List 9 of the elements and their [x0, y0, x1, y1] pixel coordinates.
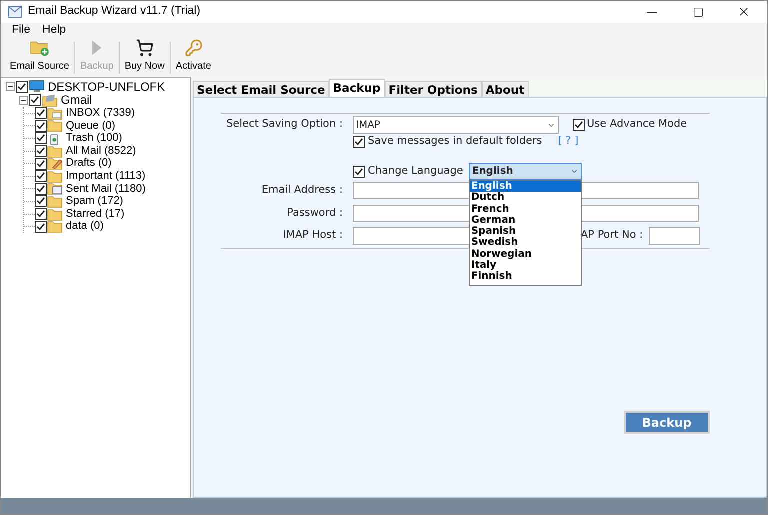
field-label: Email Address : — [260, 182, 343, 198]
checkbox-label: Use Advance Mode — [587, 117, 688, 132]
checkbox-label: Save messages in default folders — [368, 134, 542, 150]
field-label: AP Port No : — [581, 228, 644, 244]
checkbox-label: Change Language — [368, 164, 464, 179]
field-label: IMAP Host : — [282, 228, 343, 244]
field-label: Password : — [286, 206, 343, 221]
window-title: Email Backup Wizard v11.7 (Trial) — [28, 4, 201, 20]
field-label: Select Saving Option : — [225, 117, 343, 132]
